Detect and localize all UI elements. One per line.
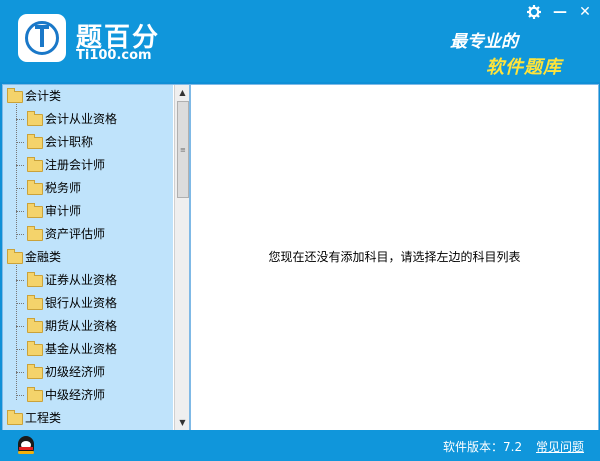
version-label: 软件版本：7.2: [443, 440, 523, 454]
folder-icon: [27, 387, 43, 402]
folder-icon: [27, 272, 43, 287]
item-label: 税务师: [45, 181, 82, 195]
subject-tree-panel: 会计类 会计从业资格 会计职称 注册会计师 税务师 审计师 资产评估师 金融类 …: [2, 84, 190, 431]
tree-item[interactable]: 会计从业资格: [3, 108, 173, 131]
item-label: 基金从业资格: [45, 342, 118, 356]
category-label: 工程类: [25, 411, 62, 425]
slogan-line1: 最专业的: [450, 32, 518, 52]
tree-category-engineering[interactable]: 工程类: [3, 407, 173, 430]
tree-category-finance[interactable]: 金融类: [3, 246, 173, 269]
tree-item[interactable]: 基金从业资格: [3, 338, 173, 361]
subject-tree: 会计类 会计从业资格 会计职称 注册会计师 税务师 审计师 资产评估师 金融类 …: [3, 85, 173, 430]
item-label: 会计职称: [45, 135, 94, 149]
folder-icon: [27, 341, 43, 356]
item-label: 证券从业资格: [45, 273, 118, 287]
status-bar: 软件版本：7.2 常见问题: [0, 430, 600, 461]
close-button[interactable]: ✕: [576, 3, 594, 21]
tree-item[interactable]: 中级经济师: [3, 384, 173, 407]
item-label: 期货从业资格: [45, 319, 118, 333]
settings-button[interactable]: [525, 3, 543, 21]
item-label: 审计师: [45, 204, 82, 218]
item-label: 注册会计师: [45, 158, 106, 172]
folder-icon: [27, 295, 43, 310]
folder-icon: [27, 203, 43, 218]
folder-icon: [7, 410, 23, 425]
scroll-up-arrow-icon[interactable]: ▲: [175, 85, 189, 100]
app-url: Ti100.com: [76, 48, 152, 63]
item-label: 会计从业资格: [45, 112, 118, 126]
item-label: 中级经济师: [45, 388, 106, 402]
tree-scrollbar[interactable]: ▲ ≡ ▼: [174, 85, 189, 430]
folder-icon: [7, 88, 23, 103]
tree-item[interactable]: 税务师: [3, 177, 173, 200]
app-window: 题百分 Ti100.com 最专业的 软件题库 — ✕ 会计类 会计从业资格 会…: [0, 0, 600, 461]
tree-item[interactable]: 初级经济师: [3, 361, 173, 384]
tree-item[interactable]: 证券从业资格: [3, 269, 173, 292]
folder-icon: [27, 157, 43, 172]
folder-icon: [27, 111, 43, 126]
folder-icon: [27, 318, 43, 333]
qq-penguin-icon[interactable]: [18, 436, 34, 454]
empty-state-message: 您现在还没有添加科目，请选择左边的科目列表: [268, 250, 521, 264]
main-content-panel: 您现在还没有添加科目，请选择左边的科目列表: [190, 84, 599, 431]
gear-icon: [527, 5, 541, 19]
folder-icon: [27, 134, 43, 149]
item-label: 银行从业资格: [45, 296, 118, 310]
category-label: 金融类: [25, 250, 62, 264]
logo-icon: [18, 14, 66, 62]
item-label: 资产评估师: [45, 227, 106, 241]
tree-item[interactable]: 期货从业资格: [3, 315, 173, 338]
item-label: 初级经济师: [45, 365, 106, 379]
grip-icon: ≡: [180, 146, 186, 154]
faq-link[interactable]: 常见问题: [536, 438, 584, 455]
category-label: 会计类: [25, 89, 62, 103]
tree-item[interactable]: 审计师: [3, 200, 173, 223]
tree-item[interactable]: 资产评估师: [3, 223, 173, 246]
folder-icon: [27, 226, 43, 241]
folder-icon: [27, 364, 43, 379]
folder-icon: [7, 249, 23, 264]
tree-item[interactable]: 注册会计师: [3, 154, 173, 177]
tree-item[interactable]: 会计职称: [3, 131, 173, 154]
slogan-line2: 软件题库: [486, 57, 562, 78]
folder-icon: [27, 180, 43, 195]
header: 题百分 Ti100.com 最专业的 软件题库 — ✕: [0, 0, 600, 82]
scroll-thumb[interactable]: ≡: [177, 101, 189, 198]
scroll-down-arrow-icon[interactable]: ▼: [175, 415, 189, 430]
minimize-button[interactable]: —: [551, 3, 569, 21]
tree-item[interactable]: 银行从业资格: [3, 292, 173, 315]
tree-category-accounting[interactable]: 会计类: [3, 85, 173, 108]
